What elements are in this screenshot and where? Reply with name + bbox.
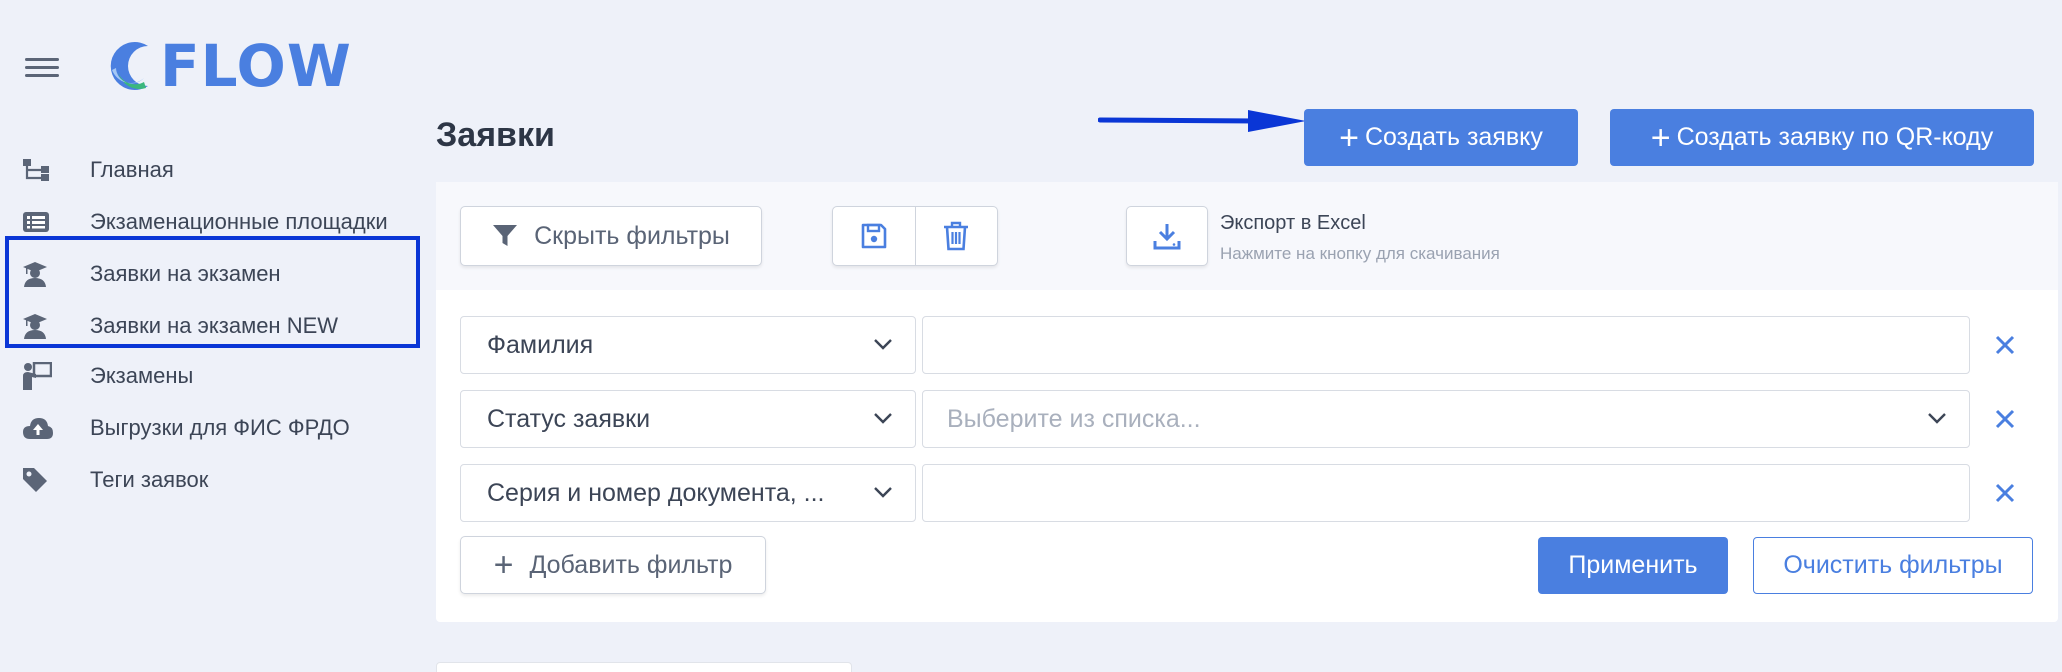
sidebar-item-label: Выгрузки для ФИС ФРДО — [90, 415, 350, 440]
close-icon — [1995, 409, 2015, 429]
chevron-down-icon — [1928, 413, 1946, 424]
logo-swirl-icon — [110, 42, 148, 90]
create-request-button[interactable]: + Создать заявку — [1304, 109, 1578, 166]
sidebar-item-label: Главная — [90, 157, 174, 182]
filter-value-input[interactable] — [922, 464, 1970, 522]
filter-value-input[interactable] — [922, 316, 1970, 374]
remove-filter-button[interactable] — [1990, 404, 2020, 434]
apply-filters-button[interactable]: Применить — [1538, 537, 1728, 594]
annotation-highlight-box — [5, 236, 420, 348]
results-card — [436, 662, 852, 672]
save-filter-button[interactable] — [833, 207, 915, 265]
filter-icon — [493, 225, 518, 246]
create-request-qr-button[interactable]: + Создать заявку по QR-коду — [1610, 109, 2034, 166]
remove-filter-button[interactable] — [1990, 330, 2020, 360]
plus-icon: + — [1650, 118, 1671, 157]
download-icon — [1153, 224, 1181, 250]
sidebar-item-fis-exports[interactable]: Выгрузки для ФИС ФРДО — [22, 408, 422, 448]
filter-field-select[interactable]: Серия и номер документа, ... — [460, 464, 916, 522]
close-icon — [1995, 335, 2015, 355]
chevron-down-icon — [874, 339, 892, 350]
filter-field-select[interactable]: Фамилия — [460, 316, 916, 374]
delete-filter-button[interactable] — [914, 207, 998, 265]
plus-icon: + — [1339, 118, 1359, 157]
sidebar-item-label: Теги заявок — [90, 467, 209, 492]
sidebar-item-tags[interactable]: Теги заявок — [22, 460, 422, 500]
clear-filters-button[interactable]: Очистить фильтры — [1753, 537, 2033, 594]
add-filter-button[interactable]: + Добавить фильтр — [460, 536, 766, 594]
cloud-upload-icon — [22, 414, 58, 442]
list-icon — [22, 208, 58, 236]
export-hint: Нажмите на кнопку для скачивания — [1220, 244, 1500, 263]
page-title: Заявки — [436, 116, 555, 154]
menu-toggle-button[interactable] — [25, 58, 59, 78]
chevron-down-icon — [874, 487, 892, 498]
sidebar-item-exams[interactable]: Экзамены — [22, 356, 422, 396]
save-icon — [861, 223, 887, 249]
remove-filter-button[interactable] — [1990, 478, 2020, 508]
filter-value-select[interactable]: Выберите из списка... — [922, 390, 1970, 448]
trash-icon — [944, 221, 969, 251]
hide-filters-button[interactable]: Скрыть фильтры — [460, 206, 762, 266]
sidebar-item-label: Экзаменационные площадки — [90, 209, 388, 234]
filter-field-select[interactable]: Статус заявки — [460, 390, 916, 448]
close-icon — [1995, 483, 2015, 503]
export-excel-button[interactable] — [1126, 206, 1208, 266]
sitemap-icon — [22, 156, 58, 184]
filter-preset-actions — [832, 206, 998, 266]
logo-text: FLOW — [160, 32, 352, 100]
presenter-icon — [22, 362, 58, 390]
chevron-down-icon — [874, 413, 892, 424]
sidebar-item-home[interactable]: Главная — [22, 150, 422, 190]
sidebar-item-label: Экзамены — [90, 363, 194, 388]
tag-icon — [22, 466, 58, 494]
plus-icon: + — [493, 546, 514, 584]
export-title: Экспорт в Excel — [1220, 212, 1366, 234]
annotation-arrow-icon — [1098, 110, 1306, 132]
hamburger-icon — [25, 58, 59, 61]
logo[interactable]: FLOW — [104, 32, 352, 100]
